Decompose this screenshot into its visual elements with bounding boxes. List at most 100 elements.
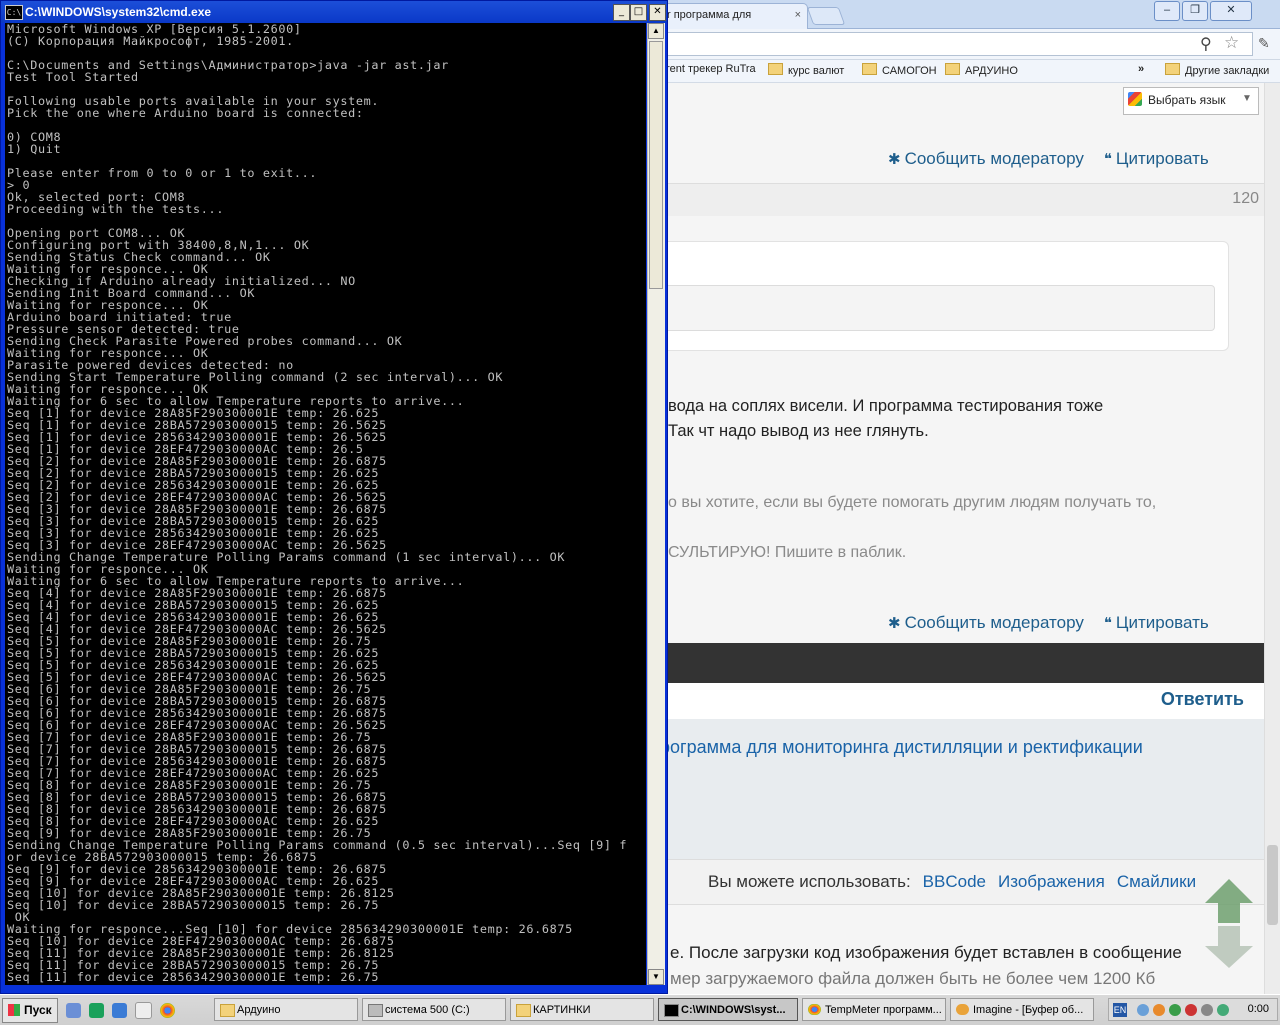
- browser-close-button[interactable]: ✕: [1210, 1, 1252, 21]
- quote-label: Цитировать: [1115, 613, 1209, 632]
- language-indicator[interactable]: EN: [1113, 1003, 1127, 1017]
- topic-title-link[interactable]: рограмма для мониторинга дистилляции и р…: [660, 737, 1143, 758]
- quote-link[interactable]: ❝ Цитировать: [1104, 613, 1209, 632]
- imagine-icon: [956, 1004, 969, 1015]
- google-translate-icon: [1128, 92, 1142, 106]
- topic-row: рограмма для мониторинга дистилляции и р…: [630, 719, 1280, 859]
- reply-button[interactable]: Ответить: [1161, 689, 1244, 710]
- quote-link[interactable]: ❝ Цитировать: [1104, 149, 1209, 168]
- task-label: КАРТИНКИ: [533, 1004, 591, 1016]
- translate-select[interactable]: Выбрать язык ▼: [1123, 87, 1259, 115]
- folder-icon: [862, 63, 877, 75]
- reply-row: Ответить: [630, 683, 1280, 719]
- task-label: C:\WINDOWS\syst...: [681, 1004, 786, 1016]
- scroll-to-bottom-stem[interactable]: [1218, 926, 1240, 946]
- browser-window: r программа для × – ❐ ✕ ⚲ ☆ ✎ rent треке…: [630, 0, 1280, 995]
- post-text-line: вода на соплях висели. И программа тести…: [668, 397, 1104, 415]
- minimize-button[interactable]: _: [613, 4, 630, 21]
- scroll-to-top-icon[interactable]: [1205, 879, 1253, 903]
- console-output: Microsoft Windows XP [Версия 5.1.2600] (…: [7, 23, 628, 984]
- taskbar-item[interactable]: Imagine - [Буфер об...: [950, 998, 1094, 1021]
- wrench-icon[interactable]: ✎: [1258, 35, 1270, 52]
- bookmark-folder[interactable]: курс валют: [768, 63, 844, 77]
- cmd-window-title: C:\WINDOWS\system32\cmd.exe: [25, 5, 212, 19]
- bookmark-star-icon[interactable]: ☆: [1224, 33, 1239, 53]
- console-area[interactable]: Microsoft Windows XP [Версия 5.1.2600] (…: [5, 23, 646, 985]
- images-link[interactable]: Изображения: [998, 872, 1105, 891]
- tray-app-icon[interactable]: [1185, 1004, 1197, 1016]
- taskbar-item[interactable]: система 500 (C:): [362, 998, 506, 1021]
- folder-icon: [220, 1004, 235, 1017]
- other-bookmarks-label: Другие закладки: [1185, 65, 1270, 77]
- section-header-bar: [630, 643, 1280, 683]
- scroll-down-arrow-icon[interactable]: ▼: [648, 969, 664, 985]
- scroll-to-top-stem[interactable]: [1218, 903, 1240, 923]
- bookmark-folder[interactable]: АРДУИНО: [945, 63, 1018, 77]
- folder-icon: [1165, 63, 1180, 75]
- task-label: Imagine - [Буфер об...: [973, 1004, 1084, 1016]
- bookmark-item[interactable]: rent трекер RuTra: [666, 63, 756, 75]
- zoom-icon[interactable]: ⚲: [1200, 34, 1212, 54]
- quick-launch: [66, 1002, 183, 1019]
- new-tab-button[interactable]: [806, 7, 846, 25]
- tray-app-icon[interactable]: [1217, 1004, 1229, 1016]
- report-moderator-link[interactable]: ✱ Сообщить модератору: [888, 149, 1084, 168]
- post-number[interactable]: 120: [1232, 190, 1259, 208]
- page-content: Выбрать язык ▼ ✱ Сообщить модератору ❝ Цити…: [630, 83, 1280, 995]
- post-actions: ✱ Сообщить модератору ❝ Цитировать: [888, 149, 1209, 169]
- tray-app-icon[interactable]: [1153, 1004, 1165, 1016]
- browser-scrollbar[interactable]: [1264, 83, 1280, 995]
- browser-scroll-thumb[interactable]: [1267, 845, 1278, 925]
- browser-tab[interactable]: r программа для ×: [650, 3, 808, 29]
- bbcode-link[interactable]: BBCode: [923, 872, 986, 891]
- console-scroll-thumb[interactable]: [649, 41, 663, 289]
- editor-hint-text: Вы можете использовать:: [708, 872, 911, 891]
- taskbar-item-active[interactable]: C:\WINDOWS\syst...: [658, 998, 798, 1021]
- taskbar-item[interactable]: Ардуино: [214, 998, 358, 1021]
- bookmarks-overflow-icon[interactable]: »: [1138, 63, 1144, 75]
- network-icon[interactable]: [1137, 1004, 1149, 1016]
- tray-app-icon[interactable]: [1169, 1004, 1181, 1016]
- other-bookmarks[interactable]: Другие закладки: [1165, 63, 1269, 77]
- editor-hint-bar: Вы можете использовать: BBCode Изображения…: [630, 859, 1280, 905]
- signature-line: СУЛЬТИРУЮ! Пишите в паблик.: [668, 544, 907, 561]
- task-label: TempMeter программ...: [825, 1004, 942, 1016]
- volume-icon[interactable]: [1201, 1004, 1213, 1016]
- windows-logo-icon: [8, 1004, 20, 1016]
- tab-close-icon[interactable]: ×: [795, 4, 801, 26]
- report-moderator-link[interactable]: ✱ Сообщить модератору: [888, 613, 1084, 632]
- ie-icon[interactable]: [112, 1003, 127, 1018]
- upload-info-line: мер загружаемого файла должен быть не бо…: [670, 969, 1156, 988]
- alien-icon[interactable]: [135, 1002, 152, 1019]
- chrome-icon[interactable]: [160, 1003, 175, 1018]
- console-scrollbar[interactable]: ▲ ▼: [647, 23, 665, 985]
- start-button[interactable]: Пуск: [2, 998, 58, 1023]
- address-bar[interactable]: ⚲ ☆: [630, 32, 1253, 56]
- smilies-link[interactable]: Смайлики: [1117, 872, 1196, 891]
- quote-label: Цитировать: [1115, 149, 1209, 168]
- upload-info-line: е. После загрузки код изображения будет …: [670, 943, 1182, 962]
- signature-line: о вы хотите, если вы будете помогать дру…: [668, 494, 1157, 511]
- chevron-down-icon: ▼: [1242, 93, 1252, 104]
- report-label: Сообщить модератору: [904, 149, 1084, 168]
- maximize-button[interactable]: □: [630, 4, 647, 21]
- cmd-title-bar[interactable]: C:\ C:\WINDOWS\system32\cmd.exe _ □ ✕: [1, 1, 667, 23]
- task-label: система 500 (C:): [385, 1004, 470, 1016]
- quote-box: [630, 241, 1229, 351]
- bookmark-folder-label: АРДУИНО: [965, 65, 1018, 77]
- clock[interactable]: 0:00: [1248, 1003, 1269, 1015]
- scroll-to-bottom-icon[interactable]: [1205, 946, 1253, 968]
- taskbar-item[interactable]: КАРТИНКИ: [510, 998, 654, 1021]
- browser-maximize-button[interactable]: ❐: [1182, 1, 1208, 21]
- taskbar-item[interactable]: TempMeter программ...: [802, 998, 946, 1021]
- bookmark-folder-label: курс валют: [788, 65, 845, 77]
- bug-icon: ✱: [888, 151, 901, 168]
- bookmark-folder[interactable]: САМОГОН: [862, 63, 937, 77]
- cmd-icon[interactable]: C:\: [5, 5, 23, 20]
- close-button[interactable]: ✕: [649, 4, 666, 21]
- excel-icon[interactable]: [89, 1003, 104, 1018]
- scroll-up-arrow-icon[interactable]: ▲: [648, 23, 664, 39]
- browser-minimize-button[interactable]: –: [1154, 1, 1180, 21]
- quote-icon: ❝: [1103, 615, 1112, 632]
- show-desktop-icon[interactable]: [66, 1003, 81, 1018]
